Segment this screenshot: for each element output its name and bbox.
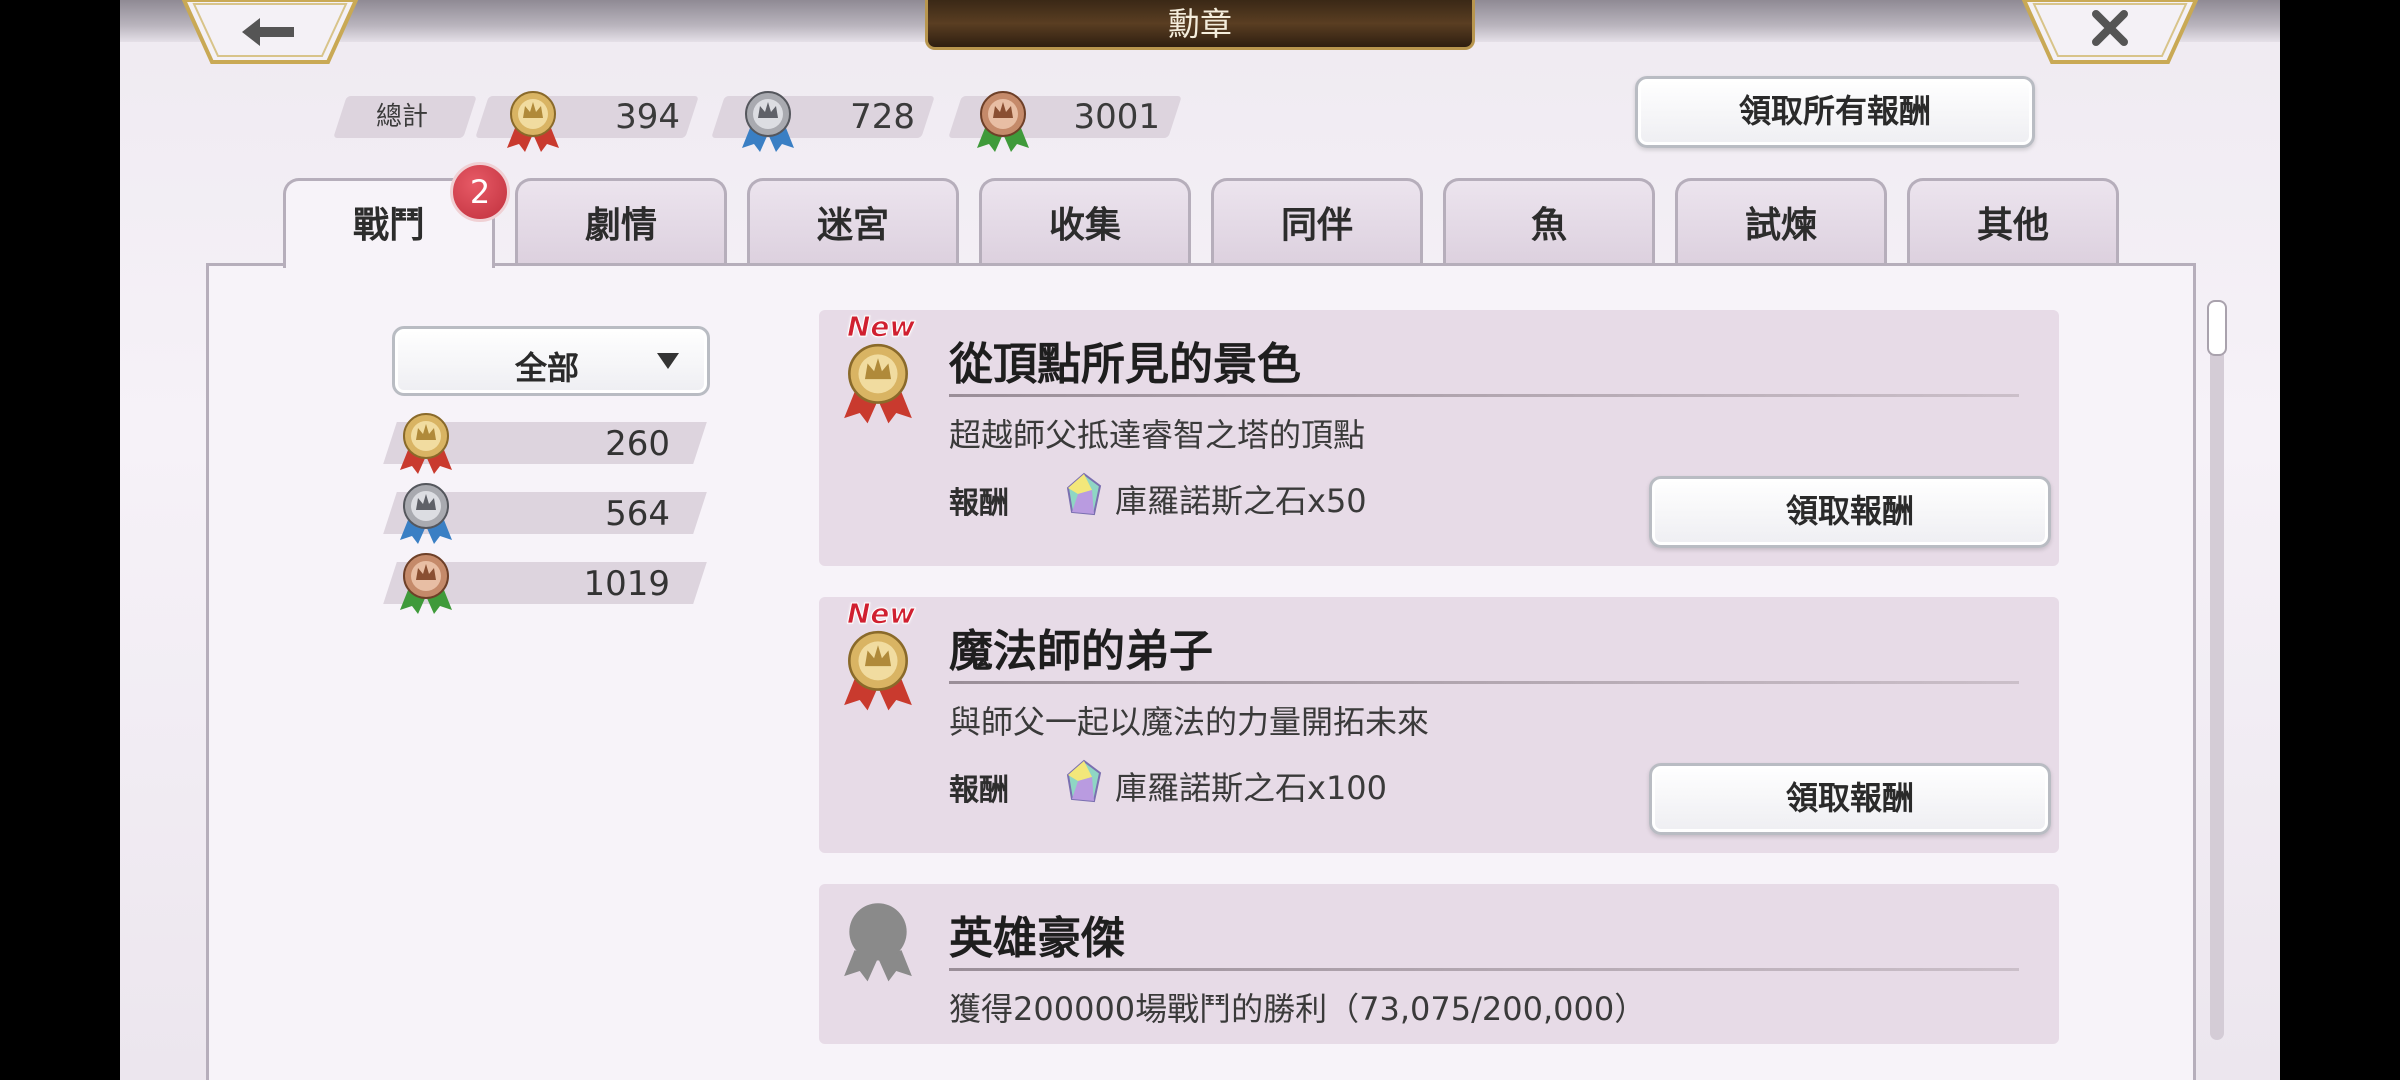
- new-tag: New: [846, 597, 916, 631]
- claim-reward-button[interactable]: 領取報酬: [1649, 476, 2051, 548]
- reward-label: 報酬: [949, 486, 1009, 521]
- silver-total: 728: [850, 97, 915, 137]
- bronze-medal-icon: [400, 553, 452, 614]
- reward-label: 報酬: [949, 773, 1009, 808]
- medals-screen: 勳章 總計 394 728 3001 領取所有報酬 戰鬥 劇情 迷宮 收集 同伴…: [120, 0, 2280, 1080]
- divider: [949, 968, 2019, 971]
- silver-count: 564: [605, 494, 670, 534]
- bronze-count: 1019: [583, 564, 670, 604]
- gold-count: 260: [605, 424, 670, 464]
- tab-companion[interactable]: 同伴: [1211, 178, 1423, 266]
- dropdown-arrow-icon: [657, 353, 679, 369]
- gold-medal-icon: [507, 91, 559, 152]
- claim-all-rewards-button[interactable]: 領取所有報酬: [1635, 76, 2035, 148]
- medal-title: 英雄豪傑: [949, 913, 1125, 964]
- medal-description: 超越師父抵達睿智之塔的頂點: [949, 416, 1366, 454]
- gold-medal-icon: [844, 343, 912, 424]
- bronze-total: 3001: [1073, 97, 1160, 137]
- filter-dropdown[interactable]: 全部: [392, 326, 710, 396]
- tab-trial[interactable]: 試煉: [1675, 178, 1887, 266]
- locked-medal-icon: [844, 903, 912, 982]
- gold-medal-icon: [400, 413, 452, 474]
- filter-selected: 全部: [515, 349, 580, 387]
- chronos-stone-icon: [1066, 472, 1102, 516]
- silver-count-row: 564: [383, 483, 710, 544]
- reward-text: 庫羅諾斯之石x50: [1115, 482, 1367, 520]
- divider: [949, 681, 2019, 684]
- medal-title: 魔法師的弟子: [949, 626, 1213, 677]
- claim-reward-button[interactable]: 領取報酬: [1649, 763, 2051, 835]
- bronze-medal-icon: [977, 91, 1029, 152]
- divider: [949, 394, 2019, 397]
- reward-text: 庫羅諾斯之石x100: [1115, 769, 1388, 807]
- silver-medal-icon: [742, 91, 794, 152]
- silver-medal-icon: [400, 483, 452, 544]
- close-icon: [2021, 0, 2199, 64]
- medal-card-locked: 英雄豪傑 獲得200000場戰鬥的勝利（73,075/200,000）: [819, 884, 2059, 1044]
- bronze-count-row: 1019: [383, 553, 710, 614]
- medal-description: 獲得200000場戰鬥的勝利（73,075/200,000）: [949, 990, 1647, 1028]
- gold-total: 394: [615, 97, 680, 137]
- medal-card: New 從頂點所見的景色 超越師父抵達睿智之塔的頂點 報酬 庫羅諾斯之石x50 …: [819, 310, 2059, 566]
- totals-label: 總計: [375, 102, 428, 132]
- gold-count-row: 260: [383, 413, 710, 474]
- tab-collection[interactable]: 收集: [979, 178, 1191, 266]
- tab-other[interactable]: 其他: [1907, 178, 2119, 266]
- back-button[interactable]: [180, 0, 360, 66]
- scrollbar-thumb[interactable]: [2207, 300, 2227, 356]
- tab-story[interactable]: 劇情: [515, 178, 727, 266]
- new-tag: New: [846, 310, 916, 344]
- gold-medal-icon: [844, 630, 912, 711]
- tab-fish[interactable]: 魚: [1443, 178, 1655, 266]
- tab-dungeon[interactable]: 迷宮: [747, 178, 959, 266]
- back-arrow-icon: [181, 0, 359, 64]
- page-title: 勳章: [925, 0, 1475, 50]
- medal-card: New 魔法師的弟子 與師父一起以魔法的力量開拓未來 報酬 庫羅諾斯之石x100…: [819, 597, 2059, 853]
- scrollbar[interactable]: [2207, 300, 2227, 1040]
- chronos-stone-icon: [1066, 759, 1102, 803]
- medal-title: 從頂點所見的景色: [949, 339, 1301, 390]
- close-button[interactable]: [2020, 0, 2200, 66]
- notification-badge: 2: [450, 162, 510, 222]
- medal-description: 與師父一起以魔法的力量開拓未來: [949, 703, 1430, 741]
